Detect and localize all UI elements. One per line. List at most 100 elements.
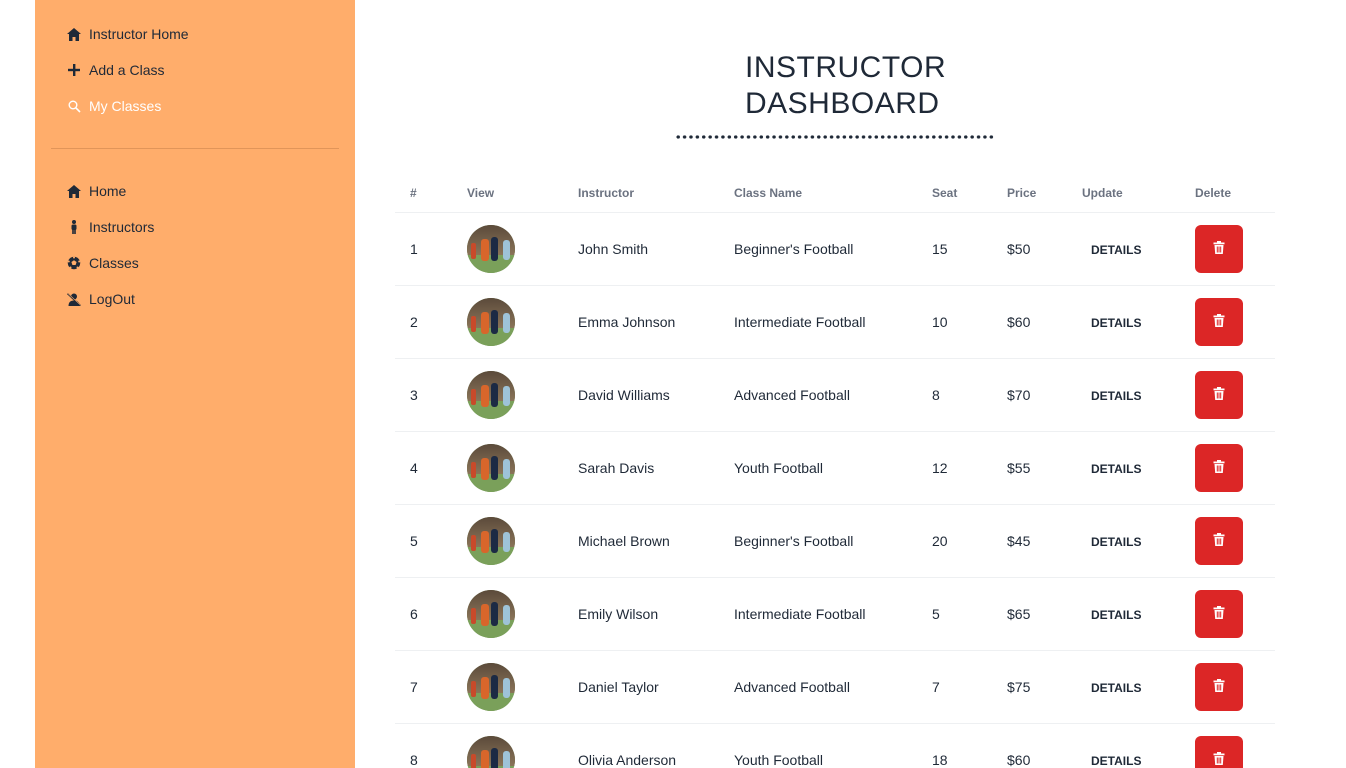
delete-button[interactable]	[1195, 662, 1243, 711]
delete-button[interactable]	[1195, 516, 1243, 565]
delete-cell	[1180, 431, 1275, 505]
sidebar-item-home[interactable]: Home	[67, 173, 355, 209]
header-class-name: Class Name	[719, 175, 917, 213]
delete-button[interactable]	[1195, 224, 1243, 273]
trash-icon	[1213, 532, 1225, 549]
row-number: 4	[395, 431, 452, 505]
class-image[interactable]	[467, 589, 515, 638]
header-instructor: Instructor	[563, 175, 719, 213]
class-image[interactable]	[467, 224, 515, 273]
sidebar-item-add-class[interactable]: Add a Class	[67, 52, 355, 88]
header-price: Price	[992, 175, 1067, 213]
instructor-name: Emma Johnson	[563, 285, 719, 359]
class-image[interactable]	[467, 662, 515, 711]
delete-button[interactable]	[1195, 589, 1243, 638]
details-button[interactable]: DETAILS	[1082, 316, 1150, 330]
page-title: INSTRUCTOR DASHBOARD	[745, 51, 947, 120]
class-name: Beginner's Football	[719, 212, 917, 286]
table-row: 7 Daniel Taylor Advanced Football 7 $75 DETAI…	[395, 650, 1275, 724]
title-dotted-underline	[675, 135, 995, 139]
class-name: Youth Football	[719, 431, 917, 505]
details-button[interactable]: DETAILS	[1082, 754, 1150, 768]
delete-button[interactable]	[1195, 443, 1243, 492]
sidebar-item-label: Instructor Home	[89, 26, 189, 42]
delete-cell	[1180, 650, 1275, 724]
seat-count: 10	[917, 285, 992, 359]
row-number: 2	[395, 285, 452, 359]
delete-cell	[1180, 285, 1275, 359]
class-image[interactable]	[467, 443, 515, 492]
trash-icon	[1213, 605, 1225, 622]
class-image[interactable]	[467, 370, 515, 419]
sidebar-item-instructors[interactable]: Instructors	[67, 209, 355, 245]
update-cell: DETAILS	[1067, 431, 1180, 505]
trash-icon	[1213, 751, 1225, 768]
seat-count: 8	[917, 358, 992, 432]
sidebar: Instructor Home Add a Class My Classes H…	[35, 0, 355, 768]
class-image[interactable]	[467, 735, 515, 768]
user-slash-icon	[67, 292, 81, 306]
details-button[interactable]: DETAILS	[1082, 462, 1150, 476]
delete-button[interactable]	[1195, 735, 1243, 768]
class-name: Advanced Football	[719, 358, 917, 432]
sidebar-item-label: Add a Class	[89, 62, 165, 78]
delete-cell	[1180, 723, 1275, 768]
details-button[interactable]: DETAILS	[1082, 681, 1150, 695]
sidebar-item-my-classes[interactable]: My Classes	[67, 88, 355, 124]
update-cell: DETAILS	[1067, 358, 1180, 432]
instructor-name: Olivia Anderson	[563, 723, 719, 768]
view-cell	[452, 577, 563, 651]
details-button[interactable]: DETAILS	[1082, 535, 1150, 549]
view-cell	[452, 358, 563, 432]
seat-count: 7	[917, 650, 992, 724]
header-update: Update	[1067, 175, 1180, 213]
seat-count: 12	[917, 431, 992, 505]
price: $50	[992, 212, 1067, 286]
view-cell	[452, 650, 563, 724]
class-name: Intermediate Football	[719, 577, 917, 651]
home-icon	[67, 184, 81, 198]
table-body: 1 John Smith Beginner's Football 15 $50 DETAI…	[395, 212, 1275, 768]
table-header-row: # View Instructor Class Name Seat Price …	[395, 175, 1275, 213]
table-row: 3 David Williams Advanced Football 8 $70 DETA…	[395, 358, 1275, 432]
seat-count: 5	[917, 577, 992, 651]
instructor-name: David Williams	[563, 358, 719, 432]
header-seat: Seat	[917, 175, 992, 213]
view-cell	[452, 504, 563, 578]
class-image[interactable]	[467, 297, 515, 346]
view-cell	[452, 723, 563, 768]
delete-cell	[1180, 577, 1275, 651]
seat-count: 20	[917, 504, 992, 578]
delete-button[interactable]	[1195, 370, 1243, 419]
price: $60	[992, 285, 1067, 359]
trash-icon	[1213, 678, 1225, 695]
delete-button[interactable]	[1195, 297, 1243, 346]
class-image[interactable]	[467, 516, 515, 565]
trash-icon	[1213, 240, 1225, 257]
main-nav: Home Instructors Classes LogOut	[35, 173, 355, 317]
sidebar-item-label: Instructors	[89, 219, 155, 235]
update-cell: DETAILS	[1067, 285, 1180, 359]
title-wrap: INSTRUCTOR DASHBOARD	[355, 50, 1315, 122]
sidebar-item-instructor-home[interactable]: Instructor Home	[67, 16, 355, 52]
details-button[interactable]: DETAILS	[1082, 389, 1150, 403]
view-cell	[452, 212, 563, 286]
update-cell: DETAILS	[1067, 577, 1180, 651]
main-content: INSTRUCTOR DASHBOARD # View Instructor C…	[355, 0, 1346, 768]
price: $45	[992, 504, 1067, 578]
details-button[interactable]: DETAILS	[1082, 608, 1150, 622]
instructor-nav: Instructor Home Add a Class My Classes	[35, 0, 355, 124]
header-number: #	[395, 175, 452, 213]
sidebar-item-classes[interactable]: Classes	[67, 245, 355, 281]
sidebar-item-logout[interactable]: LogOut	[67, 281, 355, 317]
table-row: 1 John Smith Beginner's Football 15 $50 DETAI…	[395, 212, 1275, 286]
classes-table: # View Instructor Class Name Seat Price …	[395, 175, 1275, 768]
price: $65	[992, 577, 1067, 651]
details-button[interactable]: DETAILS	[1082, 243, 1150, 257]
update-cell: DETAILS	[1067, 723, 1180, 768]
instructor-name: Michael Brown	[563, 504, 719, 578]
class-name: Intermediate Football	[719, 285, 917, 359]
sidebar-divider	[51, 148, 339, 149]
update-cell: DETAILS	[1067, 504, 1180, 578]
instructor-name: John Smith	[563, 212, 719, 286]
